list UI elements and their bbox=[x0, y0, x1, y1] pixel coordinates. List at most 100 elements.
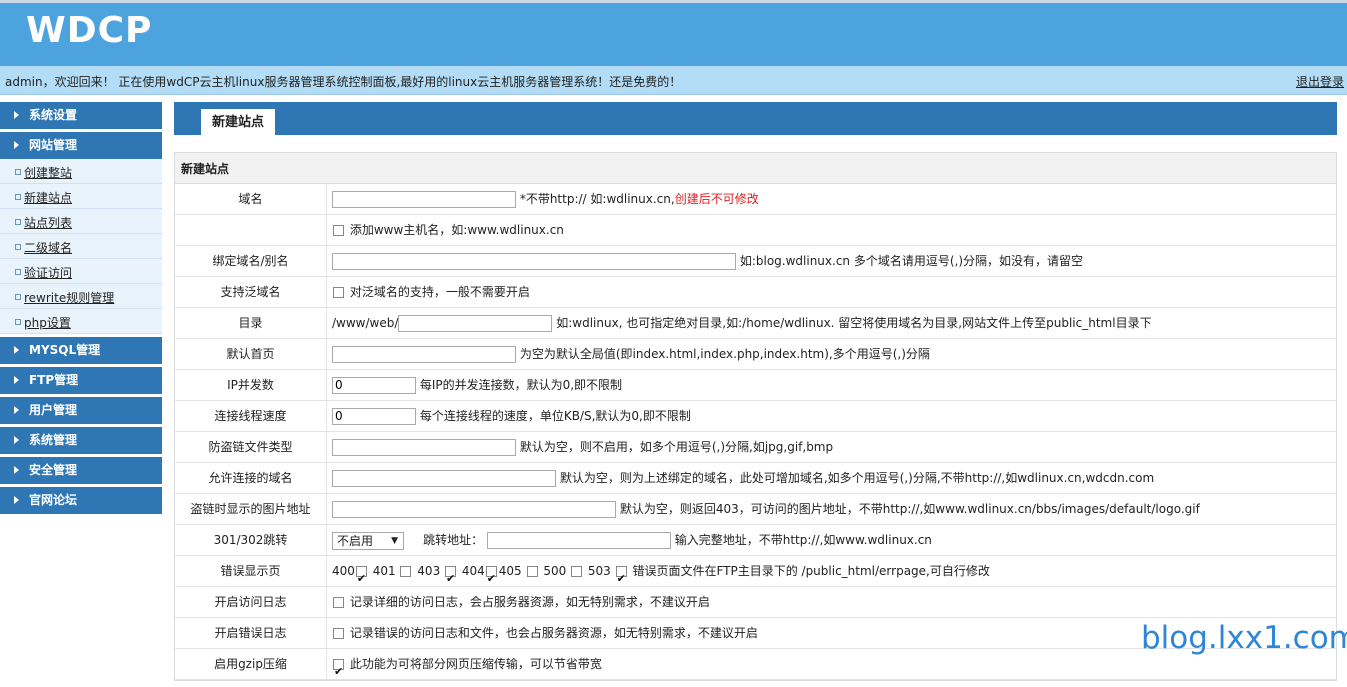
ip-concurrency-input[interactable]: 0 bbox=[332, 377, 416, 394]
sidebar-section-mysql[interactable]: MYSQL管理 bbox=[0, 337, 162, 364]
wildcard-hint: 对泛域名的支持，一般不需要开启 bbox=[349, 285, 530, 299]
thread-speed-input[interactable]: 0 bbox=[332, 408, 416, 425]
allowed-domains-input[interactable] bbox=[332, 470, 556, 487]
alias-label: 绑定域名/别名 bbox=[175, 246, 327, 276]
welcome-message: admin，欢迎回来！ 正在使用wdCP云主机linux服务器管理系统控制面板,… bbox=[5, 75, 682, 89]
domain-warning: 创建后不可修改 bbox=[674, 192, 759, 206]
sidebar-section-forum[interactable]: 官网论坛 bbox=[0, 487, 162, 514]
access-log-label: 开启访问日志 bbox=[175, 587, 327, 617]
welcome-bar: admin，欢迎回来！ 正在使用wdCP云主机linux服务器管理系统控制面板,… bbox=[0, 66, 1347, 95]
row-hotlink-image: 盗链时显示的图片地址 默认为空，则返回403，可访问的图片地址，不带http:/… bbox=[175, 494, 1336, 525]
caret-right-icon bbox=[14, 496, 19, 504]
error-code-405-checkbox[interactable] bbox=[526, 566, 538, 577]
hotlink-types-hint: 默认为空，则不启用，如多个用逗号(,)分隔,如jpg,gif,bmp bbox=[519, 440, 834, 454]
sidebar-section-system-settings[interactable]: 系统设置 bbox=[0, 102, 162, 129]
sidebar-item-new-site[interactable]: 新建站点 bbox=[0, 184, 162, 209]
redirect-target-input[interactable] bbox=[486, 532, 671, 549]
error-code-401-label: 401 bbox=[372, 564, 396, 578]
error-code-500-checkbox[interactable] bbox=[571, 566, 583, 577]
hotlink-image-label: 盗链时显示的图片地址 bbox=[175, 494, 327, 524]
main-content: 新建站点 新建站点 域名 *不带http:// 如:wdlinux.cn,创建后… bbox=[174, 102, 1337, 687]
sidebar-item-php-settings[interactable]: php设置 bbox=[0, 309, 162, 334]
new-site-form: 新建站点 域名 *不带http:// 如:wdlinux.cn,创建后不可修改 … bbox=[174, 152, 1337, 687]
error-code-503-label: 503 bbox=[587, 564, 611, 578]
caret-right-icon bbox=[14, 466, 19, 474]
access-log-checkbox[interactable] bbox=[333, 597, 344, 608]
caret-right-icon bbox=[14, 436, 19, 444]
hotlink-types-label: 防盗链文件类型 bbox=[175, 432, 327, 462]
row-domain: 域名 *不带http:// 如:wdlinux.cn,创建后不可修改 bbox=[175, 184, 1336, 215]
row-directory: 目录 /www/web/ 如:wdlinux, 也可指定绝对目录,如:/home… bbox=[175, 308, 1336, 339]
top-header: WDCP bbox=[0, 0, 1347, 66]
error-code-500-label: 500 bbox=[543, 564, 567, 578]
www-checkbox[interactable] bbox=[333, 225, 344, 236]
error-pages-hint: 错误页面文件在FTP主目录下的 /public_html/errpage,可自行… bbox=[632, 564, 990, 578]
error-code-400-checkbox[interactable] bbox=[355, 563, 367, 594]
hotlink-types-input[interactable] bbox=[332, 439, 516, 456]
row-access-log: 开启访问日志 记录详细的访问日志，会占服务器资源，如无特别需求，不建议开启 bbox=[175, 587, 1336, 618]
row-alias: 绑定域名/别名 如:blog.wdlinux.cn 多个域名请用逗号(,)分隔，… bbox=[175, 246, 1336, 277]
dropdown-caret-icon: ▼ bbox=[391, 535, 398, 546]
caret-right-icon bbox=[14, 346, 19, 354]
index-input[interactable] bbox=[332, 346, 516, 363]
error-code-404-checkbox[interactable] bbox=[485, 563, 497, 594]
redirect-select[interactable]: 不启用 ▼ bbox=[332, 531, 404, 550]
bullet-square-icon bbox=[15, 194, 21, 200]
logout-link[interactable]: 退出登录 bbox=[1296, 73, 1344, 90]
bullet-square-icon bbox=[15, 169, 21, 175]
error-pages-label: 错误显示页 bbox=[175, 556, 327, 586]
sidebar-item-rewrite-rules[interactable]: rewrite规则管理 bbox=[0, 284, 162, 309]
sidebar: 系统设置 网站管理 创建整站 新建站点 站点列表 二级域名 验证访问 rewri… bbox=[0, 102, 162, 517]
watermark-text: blog.lxx1.com bbox=[1141, 620, 1347, 656]
index-label: 默认首页 bbox=[175, 339, 327, 369]
row-index: 默认首页 为空为默认全局值(即index.html,index.php,inde… bbox=[175, 339, 1336, 370]
bullet-square-icon bbox=[15, 269, 21, 275]
sidebar-section-security[interactable]: 安全管理 bbox=[0, 457, 162, 484]
www-hint: 添加www主机名，如:www.wdlinux.cn bbox=[349, 223, 564, 237]
row-redirect: 301/302跳转 不启用 ▼ 跳转地址： 输入完整地址，不带http://,如w… bbox=[175, 525, 1336, 556]
row-wildcard: 支持泛域名 对泛域名的支持，一般不需要开启 bbox=[175, 277, 1336, 308]
site-management-submenu: 创建整站 新建站点 站点列表 二级域名 验证访问 rewrite规则管理 php… bbox=[0, 159, 162, 334]
error-code-401-checkbox[interactable] bbox=[400, 566, 412, 577]
wildcard-checkbox[interactable] bbox=[333, 287, 344, 298]
sidebar-section-system-management[interactable]: 系统管理 bbox=[0, 427, 162, 454]
error-code-403-checkbox[interactable] bbox=[445, 563, 457, 594]
hotlink-image-hint: 默认为空，则返回403，可访问的图片地址，不带http://,如www.wdli… bbox=[619, 502, 1200, 516]
bullet-square-icon bbox=[15, 244, 21, 250]
wildcard-label: 支持泛域名 bbox=[175, 277, 327, 307]
access-log-hint: 记录详细的访问日志，会占服务器资源，如无特别需求，不建议开启 bbox=[349, 595, 710, 609]
gzip-label: 启用gzip压缩 bbox=[175, 649, 327, 679]
caret-right-icon bbox=[14, 141, 19, 149]
tab-new-site[interactable]: 新建站点 bbox=[201, 109, 276, 135]
row-hotlink-types: 防盗链文件类型 默认为空，则不启用，如多个用逗号(,)分隔,如jpg,gif,b… bbox=[175, 432, 1336, 463]
ip-concurrency-hint: 每IP的并发连接数，默认为0,即不限制 bbox=[419, 378, 623, 392]
sidebar-item-create-full-site[interactable]: 创建整站 bbox=[0, 159, 162, 184]
top-border bbox=[0, 0, 1347, 3]
alias-input[interactable] bbox=[332, 253, 736, 270]
sidebar-section-users[interactable]: 用户管理 bbox=[0, 397, 162, 424]
sidebar-item-subdomain[interactable]: 二级域名 bbox=[0, 234, 162, 259]
domain-label: 域名 bbox=[175, 184, 327, 214]
domain-input[interactable] bbox=[332, 191, 516, 208]
row-allowed-domains: 允许连接的域名 默认为空，则为上述绑定的域名，此处可增加域名,如多个用逗号(,)… bbox=[175, 463, 1336, 494]
sidebar-section-site-management[interactable]: 网站管理 bbox=[0, 132, 162, 159]
directory-input[interactable] bbox=[398, 315, 553, 332]
bullet-square-icon bbox=[15, 319, 21, 325]
gzip-hint: 此功能为可将部分网页压缩传输，可以节省带宽 bbox=[349, 657, 602, 671]
error-log-checkbox[interactable] bbox=[333, 628, 344, 639]
caret-right-icon bbox=[14, 406, 19, 414]
redirect-label: 301/302跳转 bbox=[175, 525, 327, 555]
gzip-checkbox[interactable] bbox=[333, 656, 344, 687]
caret-right-icon bbox=[14, 376, 19, 384]
app-logo: WDCP bbox=[26, 10, 153, 51]
sidebar-item-site-list[interactable]: 站点列表 bbox=[0, 209, 162, 234]
error-code-503-checkbox[interactable] bbox=[615, 563, 627, 594]
hotlink-image-input[interactable] bbox=[332, 501, 616, 518]
alias-hint: 如:blog.wdlinux.cn 多个域名请用逗号(,)分隔，如没有，请留空 bbox=[739, 254, 1084, 268]
sidebar-section-ftp[interactable]: FTP管理 bbox=[0, 367, 162, 394]
redirect-hint: 输入完整地址，不带http://,如www.wdlinux.cn bbox=[674, 533, 932, 547]
domain-hint: *不带http:// 如:wdlinux.cn, bbox=[519, 192, 675, 206]
sidebar-item-auth-access[interactable]: 验证访问 bbox=[0, 259, 162, 284]
row-thread-speed: 连接线程速度 0 每个连接线程的速度，单位KB/S,默认为0,即不限制 bbox=[175, 401, 1336, 432]
directory-prefix: /www/web/ bbox=[332, 316, 399, 330]
